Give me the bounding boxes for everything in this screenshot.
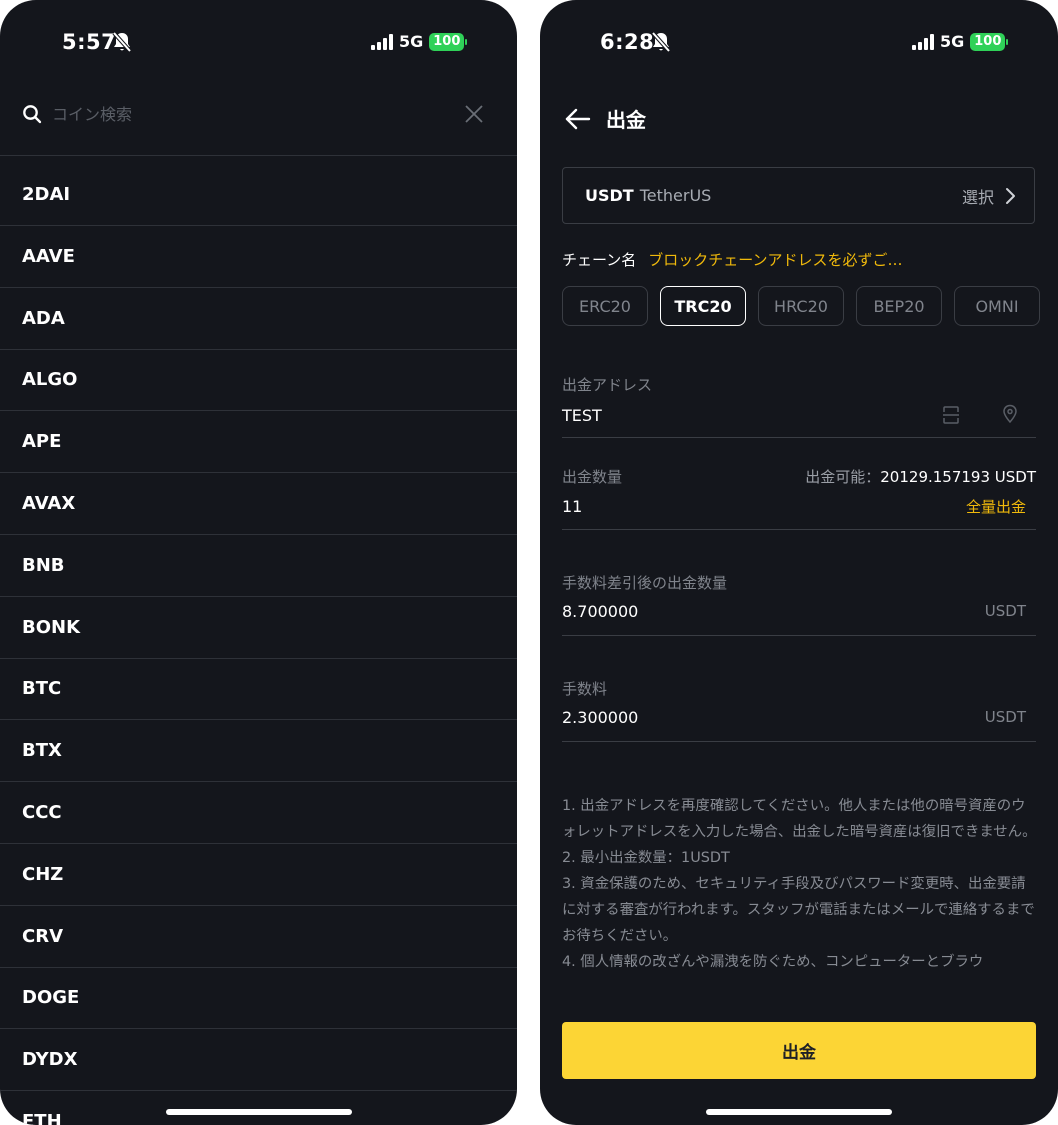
fee-unit: USDT	[984, 708, 1026, 726]
coin-list-item[interactable]: BTX	[0, 720, 517, 783]
coin-list-item[interactable]: 2DAI	[0, 164, 517, 226]
status-bar: 5:57 5G 100	[0, 28, 517, 58]
amount-input[interactable]: 11	[562, 497, 582, 516]
battery-level: 100	[970, 32, 1006, 51]
net-amount-label: 手数料差引後の出金数量	[562, 574, 728, 592]
divider	[0, 155, 517, 156]
net-amount-field: 手数料差引後の出金数量 8.700000 USDT	[562, 570, 1036, 636]
battery-icon: 100	[970, 32, 1009, 51]
network-label: 5G	[399, 32, 424, 51]
close-icon[interactable]	[463, 103, 485, 125]
available-value: 20129.157193 USDT	[880, 468, 1036, 486]
chevron-right-icon	[1006, 187, 1015, 204]
note-item: 2. 最小出金数量：1USDT	[562, 850, 730, 866]
status-time: 5:57	[62, 30, 117, 54]
coin-list-item[interactable]: AVAX	[0, 473, 517, 535]
back-arrow-icon[interactable]	[564, 105, 592, 133]
coin-list-item[interactable]: ADA	[0, 288, 517, 350]
withdraw-screen: 6:28 5G 100 出金 USDT TetherUS 選択 チェーン名 ブロ…	[540, 0, 1058, 1125]
withdraw-notes: 1. 出金アドレスを再度確認してください。他人または他の暗号資産のウォレットアド…	[562, 793, 1038, 1005]
status-indicators: 5G 100	[371, 32, 468, 51]
chain-tabs: ERC20 TRC20 HRC20 BEP20 OMNI	[562, 286, 1040, 326]
amount-label: 出金数量	[562, 468, 623, 486]
net-amount-value: 8.700000	[562, 602, 639, 621]
coin-search-screen: 5:57 5G 100 2DAIAAVEADA	[0, 0, 517, 1125]
signal-icon	[912, 33, 934, 50]
chain-label: チェーン名	[562, 251, 637, 269]
note-item: 1. 出金アドレスを再度確認してください。他人または他の暗号資産のウォレットアド…	[562, 798, 1037, 840]
coin-list-item[interactable]: ALGO	[0, 350, 517, 412]
coin-selector[interactable]: USDT TetherUS 選択	[562, 167, 1035, 224]
coin-list-item[interactable]: DOGE	[0, 968, 517, 1030]
coin-list-item[interactable]: BTC	[0, 659, 517, 721]
coin-list-item[interactable]: CHZ	[0, 844, 517, 906]
coin-list: 2DAI AAVE ADA ALGO APE AVAX BNB BONK BTC BTX CCC CH…	[0, 164, 517, 1125]
page-header: 出金	[564, 104, 646, 133]
chain-tab-hrc20[interactable]: HRC20	[758, 286, 844, 326]
amount-field: 出金数量 出金可能：20129.157193 USDT 11 全量出金	[562, 464, 1036, 530]
chain-tab-omni[interactable]: OMNI	[954, 286, 1040, 326]
status-bar: 6:28 5G 100	[540, 28, 1058, 58]
coin-search-input[interactable]	[52, 104, 463, 124]
note-item: 4. 個人情報の改ざんや漏洩を防ぐため、コンピューターとブラウ	[562, 954, 984, 970]
battery-icon: 100	[429, 32, 468, 51]
network-label: 5G	[940, 32, 965, 51]
coin-list-item[interactable]: DYDX	[0, 1029, 517, 1092]
available-label: 出金可能：	[805, 468, 881, 486]
fee-label: 手数料	[562, 680, 608, 698]
signal-icon	[371, 33, 393, 50]
chain-warning-link[interactable]: ブロックチェーンアドレスを必ずご…	[648, 249, 902, 270]
address-field: 出金アドレス TEST	[562, 372, 1036, 438]
home-indicator[interactable]	[165, 1109, 352, 1115]
available-balance: 出金可能：20129.157193 USDT	[805, 466, 1036, 487]
home-indicator[interactable]	[706, 1109, 892, 1115]
location-pin-icon[interactable]	[1002, 404, 1018, 424]
net-amount-unit: USDT	[984, 602, 1026, 620]
coin-list-item[interactable]: CRV	[0, 906, 517, 968]
coin-list-item[interactable]: BNB	[0, 535, 517, 597]
bell-slash-icon	[112, 31, 132, 53]
chain-tab-trc20[interactable]: TRC20	[660, 286, 746, 326]
coin-list-item[interactable]: APE	[0, 411, 517, 474]
select-label: 選択	[961, 187, 994, 207]
address-label: 出金アドレス	[562, 376, 653, 394]
fee-value: 2.300000	[562, 708, 639, 727]
withdraw-all-button[interactable]: 全量出金	[966, 496, 1026, 517]
coin-list-item[interactable]: CCC	[0, 782, 517, 844]
battery-level: 100	[429, 32, 465, 51]
note-item: 3. 資金保護のため、セキュリティ手段及びパスワード変更時、出金要請に対する審査…	[562, 876, 1035, 944]
status-time: 6:28	[600, 30, 655, 54]
search-icon	[23, 105, 42, 124]
page-title: 出金	[606, 108, 646, 132]
coin-symbol: USDT	[585, 186, 634, 205]
fee-field: 手数料 2.300000 USDT	[562, 676, 1036, 742]
status-indicators: 5G 100	[912, 32, 1009, 51]
coin-name: TetherUS	[639, 186, 712, 205]
coin-list-item[interactable]: AAVE	[0, 226, 517, 288]
chain-tab-bep20[interactable]: BEP20	[856, 286, 942, 326]
chain-row: チェーン名 ブロックチェーンアドレスを必ずご…	[562, 249, 903, 270]
coin-list-item[interactable]: BONK	[0, 597, 517, 659]
withdraw-submit-button[interactable]: 出金	[562, 1022, 1036, 1079]
search-bar	[22, 94, 485, 134]
chain-tab-erc20[interactable]: ERC20	[562, 286, 648, 326]
address-input[interactable]: TEST	[562, 406, 602, 425]
scan-icon[interactable]	[942, 405, 960, 425]
bell-slash-icon	[651, 31, 671, 53]
